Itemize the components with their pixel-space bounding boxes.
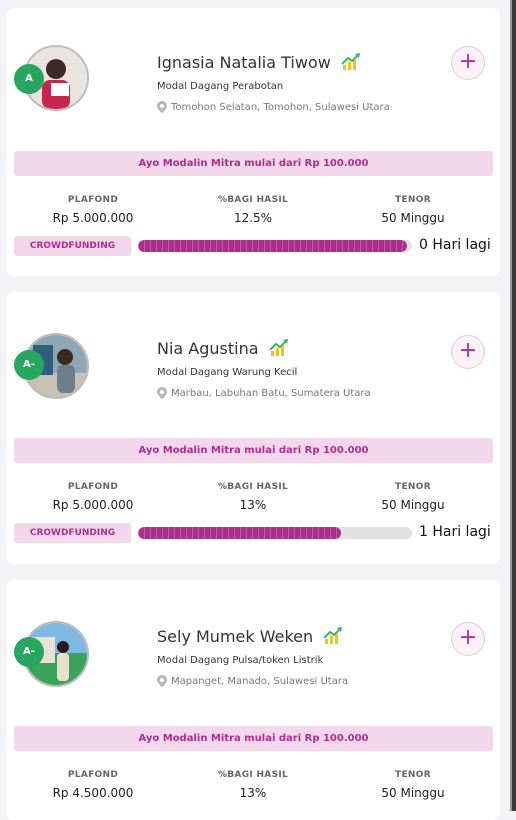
bagi-hasil-label: %BAGI HASIL [217, 482, 289, 492]
borrower-name-text: Nia Agustina [157, 338, 259, 358]
plafond-stat: PLAFOND Rp 5.000.000 [33, 482, 153, 512]
location: Mapanget, Manado, Sulawesi Utara [157, 675, 348, 687]
bagi-hasil-label: %BAGI HASIL [217, 770, 289, 780]
trending-up-icon [323, 627, 343, 644]
grade-badge: A [14, 64, 44, 94]
bagi-hasil-value: 13% [239, 786, 267, 800]
plafond-label: PLAFOND [67, 770, 119, 780]
bagi-hasil-stat: %BAGI HASIL 13% [193, 482, 313, 512]
borrower-card[interactable]: A Ignasia Natalia Tiwow Modal Dagang Per… [6, 8, 500, 276]
trending-up-icon [341, 53, 360, 70]
promo-banner: Ayo Modalin Mitra mulai dari Rp 100.000 [14, 726, 493, 751]
location-text: Marbau, Labuhan Batu, Sumatera Utara [171, 387, 371, 399]
borrower-card[interactable]: A- Sely Mumek Weken Modal Dagang Pulsa/t… [6, 580, 500, 820]
plafond-value: Rp 4.500.000 [52, 786, 134, 800]
borrower-name[interactable]: Nia Agustina [157, 338, 289, 358]
borrower-card[interactable]: A- Nia Agustina Modal Dagang Warung Keci… [6, 292, 500, 564]
bagi-hasil-stat: %BAGI HASIL 13% [193, 770, 313, 800]
borrower-name[interactable]: Ignasia Natalia Tiwow [157, 52, 361, 72]
loan-purpose: Modal Dagang Pulsa/token Listrik [157, 655, 324, 666]
location-pin-icon [157, 675, 167, 687]
plafond-stat: PLAFOND Rp 5.000.000 [33, 195, 153, 225]
funding-progress-bar [138, 240, 412, 252]
plus-icon: + [458, 49, 478, 74]
tenor-label: TENOR [395, 482, 431, 492]
promo-banner: Ayo Modalin Mitra mulai dari Rp 100.000 [14, 438, 493, 463]
bagi-hasil-stat: %BAGI HASIL 12.5% [193, 195, 313, 225]
borrower-name[interactable]: Sely Mumek Weken [157, 626, 343, 646]
bagi-hasil-label: %BAGI HASIL [217, 195, 289, 205]
plafond-label: PLAFOND [67, 482, 119, 492]
trending-up-icon [268, 339, 288, 356]
tenor-value: 50 Minggu [381, 786, 445, 800]
location-pin-icon [157, 101, 167, 113]
location: Tomohon Selatan, Tomohon, Sulawesi Utara [157, 101, 390, 113]
add-button[interactable]: + [451, 46, 485, 80]
borrower-name-text: Sely Mumek Weken [157, 626, 314, 646]
funding-progress-fill [138, 240, 407, 252]
plus-icon: + [458, 625, 478, 650]
loan-purpose: Modal Dagang Perabotan [157, 81, 284, 92]
location-pin-icon [157, 387, 167, 399]
plafond-value: Rp 5.000.000 [52, 211, 134, 225]
add-button[interactable]: + [451, 622, 485, 656]
scrollbar[interactable] [512, 0, 516, 811]
days-remaining: 1 Hari lagi [419, 524, 491, 540]
bagi-hasil-value: 13% [239, 498, 267, 512]
loan-purpose: Modal Dagang Warung Kecil [157, 367, 298, 378]
location-text: Tomohon Selatan, Tomohon, Sulawesi Utara [171, 101, 390, 113]
promo-banner: Ayo Modalin Mitra mulai dari Rp 100.000 [14, 151, 493, 176]
grade-badge: A- [14, 350, 44, 380]
tenor-stat: TENOR 50 Minggu [353, 482, 473, 512]
tenor-stat: TENOR 50 Minggu [353, 195, 473, 225]
tenor-stat: TENOR 50 Minggu [353, 770, 473, 800]
plus-icon: + [458, 338, 478, 363]
bagi-hasil-value: 12.5% [233, 211, 273, 225]
tenor-value: 50 Minggu [381, 211, 445, 225]
location-text: Mapanget, Manado, Sulawesi Utara [171, 675, 349, 687]
crowdfunding-badge: CROWDFUNDING [14, 523, 131, 543]
plafond-label: PLAFOND [67, 195, 119, 205]
funding-progress-bar [138, 527, 412, 539]
location: Marbau, Labuhan Batu, Sumatera Utara [157, 387, 371, 399]
funding-progress-fill [138, 527, 341, 539]
plafond-value: Rp 5.000.000 [52, 498, 134, 512]
borrower-name-text: Ignasia Natalia Tiwow [157, 52, 331, 72]
days-remaining: 0 Hari lagi [419, 237, 491, 253]
crowdfunding-badge: CROWDFUNDING [14, 236, 131, 256]
tenor-value: 50 Minggu [381, 498, 445, 512]
grade-badge: A- [14, 637, 44, 667]
tenor-label: TENOR [395, 195, 431, 205]
tenor-label: TENOR [395, 770, 431, 780]
plafond-stat: PLAFOND Rp 4.500.000 [33, 770, 153, 800]
add-button[interactable]: + [451, 335, 485, 369]
